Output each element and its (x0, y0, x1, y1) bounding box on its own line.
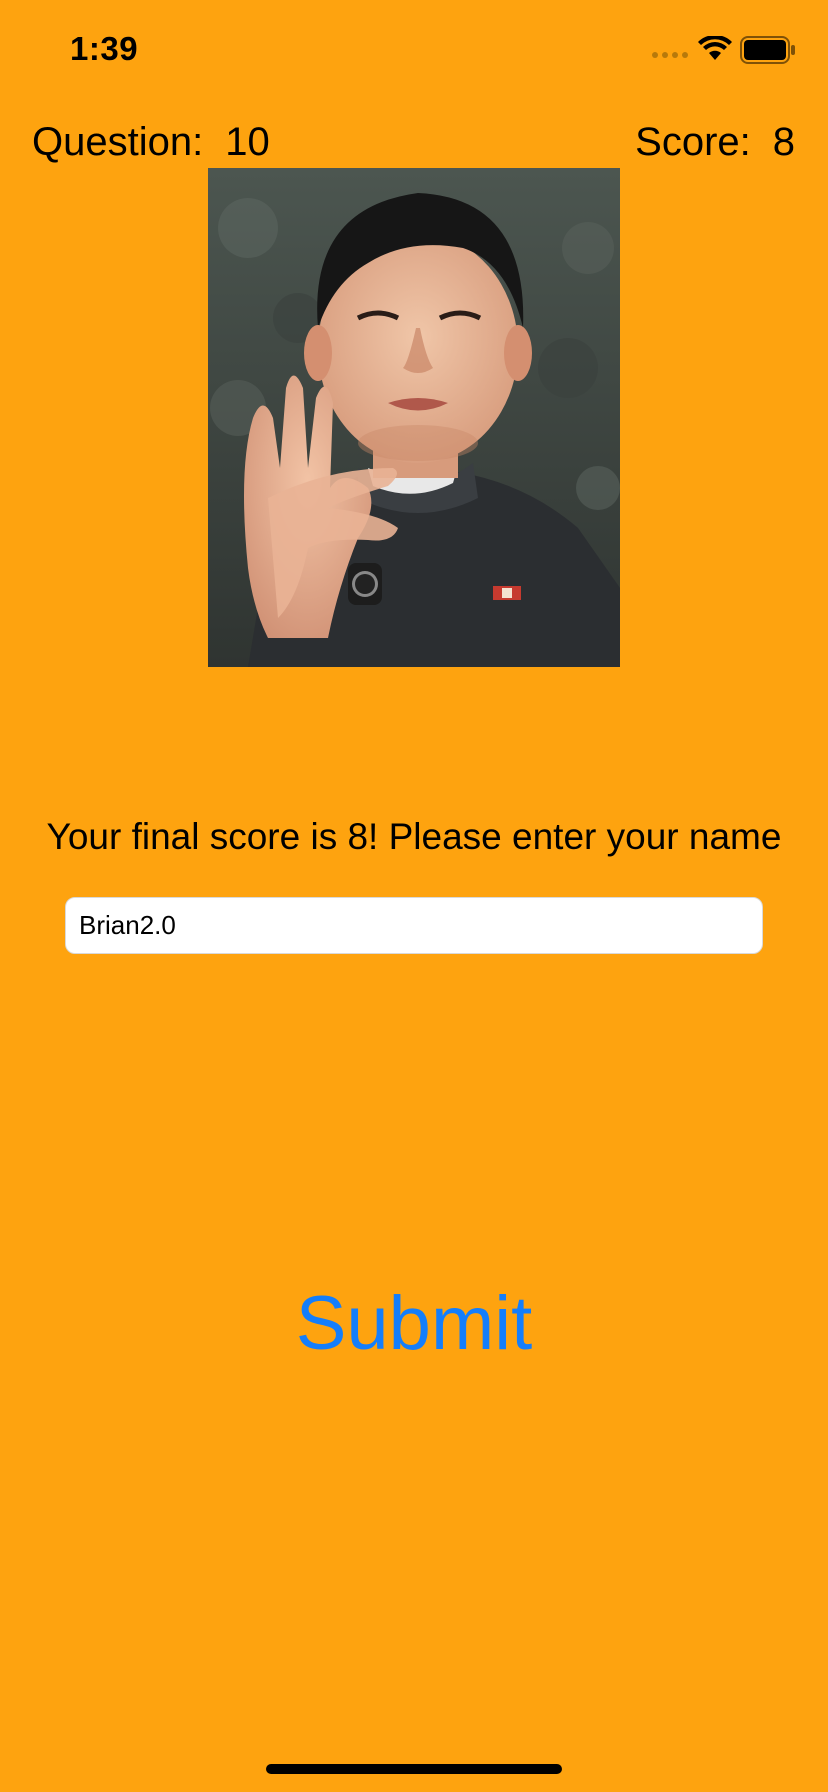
question-number: 10 (225, 120, 270, 164)
status-bar: 1:39 (0, 0, 828, 100)
score-value: 8 (772, 120, 795, 164)
question-counter: Question: 10 (32, 120, 270, 165)
wifi-icon (698, 36, 732, 60)
status-time: 1:39 (70, 30, 139, 67)
score-counter: Score: 8 (635, 120, 795, 165)
score-label: Score: (635, 120, 751, 164)
submit-button[interactable]: Submit (0, 1280, 828, 1367)
portrait-photo (208, 168, 620, 667)
question-label: Question: (32, 120, 204, 164)
battery-icon (740, 36, 795, 64)
signal-dots-icon (652, 52, 688, 58)
name-input[interactable] (65, 897, 763, 954)
final-score-message: Your final score is 8! Please enter your… (46, 816, 782, 857)
home-indicator[interactable] (266, 1764, 562, 1774)
